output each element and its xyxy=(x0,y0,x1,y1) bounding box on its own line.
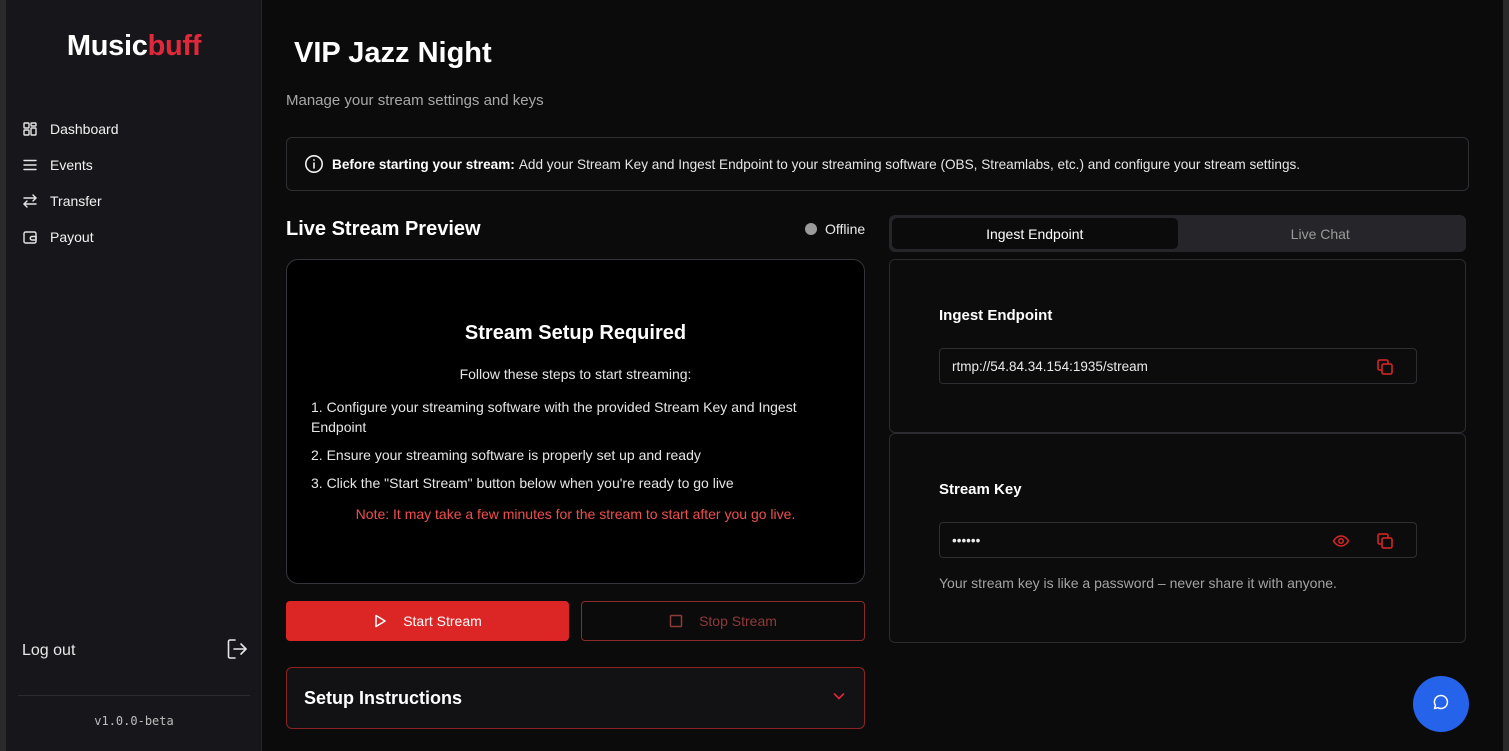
status-label: Offline xyxy=(825,221,866,237)
stream-key-card: Stream Key •••••• Your stream key is lik… xyxy=(889,433,1466,643)
page-title: VIP Jazz Night xyxy=(294,37,492,69)
tab-live-chat[interactable]: Live Chat xyxy=(1178,218,1464,249)
stop-stream-button[interactable]: Stop Stream xyxy=(581,601,865,641)
grid-icon xyxy=(22,121,38,137)
start-stream-button[interactable]: Start Stream xyxy=(286,601,569,641)
copy-icon[interactable] xyxy=(1376,532,1394,550)
logout-label: Log out xyxy=(22,642,76,659)
brand-logo-part2: buff xyxy=(147,30,202,62)
preview-title: Live Stream Preview xyxy=(286,218,481,240)
sidebar-item-label: Events xyxy=(50,157,93,173)
stream-status: Offline xyxy=(805,221,865,237)
menu-lines-icon xyxy=(22,157,38,173)
ingest-endpoint-card: Ingest Endpoint rtmp://54.84.34.154:1935… xyxy=(889,259,1466,433)
accordion-title: Setup Instructions xyxy=(304,687,463,708)
sidebar-nav: Dashboard Events Transfer Payout xyxy=(22,111,246,255)
ingest-endpoint-heading: Ingest Endpoint xyxy=(939,307,1053,324)
setup-step: 3. Click the "Start Stream" button below… xyxy=(311,475,734,491)
chat-bubble-icon xyxy=(1432,693,1450,716)
setup-step: 2. Ensure your streaming software is pro… xyxy=(311,447,701,463)
brand-logo[interactable]: Musicbuff xyxy=(6,30,262,63)
stream-key-actions xyxy=(1332,532,1394,550)
info-notice: Before starting your stream: Add your St… xyxy=(286,137,1469,191)
setup-note: Note: It may take a few minutes for the … xyxy=(355,506,796,522)
chevron-down-icon xyxy=(832,689,846,708)
stop-square-icon xyxy=(669,614,683,628)
sidebar-divider xyxy=(18,695,250,696)
sidebar-item-label: Dashboard xyxy=(50,121,119,137)
sidebar: Musicbuff Dashboard Events Transfer Payo… xyxy=(6,0,262,751)
setup-heading: Stream Setup Required xyxy=(464,322,687,344)
sidebar-item-events[interactable]: Events xyxy=(22,147,246,183)
stream-key-value: •••••• xyxy=(952,532,981,548)
play-icon xyxy=(373,614,387,628)
brand-logo-part1: Music xyxy=(66,30,148,62)
setup-instructions-accordion[interactable]: Setup Instructions xyxy=(286,667,865,729)
wallet-icon xyxy=(22,229,38,245)
info-icon xyxy=(304,154,324,174)
arrows-swap-icon xyxy=(22,193,38,209)
logout-button[interactable]: Log out xyxy=(22,637,248,665)
ingest-field-actions xyxy=(1376,358,1394,376)
app-window: Musicbuff Dashboard Events Transfer Payo… xyxy=(0,0,1509,751)
setup-step: 1. Configure your streaming software wit… xyxy=(311,399,797,435)
stream-preview-panel: Stream Setup Required Follow these steps… xyxy=(286,259,865,584)
chat-fab-button[interactable] xyxy=(1413,676,1469,732)
page-subtitle: Manage your stream settings and keys xyxy=(286,92,544,109)
setup-steps: 1. Configure your streaming software wit… xyxy=(311,397,841,501)
start-stream-label: Start Stream xyxy=(403,613,482,629)
notice-bold: Before starting your stream: xyxy=(332,156,515,172)
sidebar-item-label: Transfer xyxy=(50,193,102,209)
status-dot-icon xyxy=(805,223,817,235)
logout-icon xyxy=(226,638,248,665)
tab-bar: Ingest Endpoint Live Chat xyxy=(889,215,1466,252)
sidebar-item-dashboard[interactable]: Dashboard xyxy=(22,111,246,147)
stream-key-helper: Your stream key is like a password – nev… xyxy=(939,575,1337,591)
eye-icon[interactable] xyxy=(1332,532,1350,550)
stop-stream-label: Stop Stream xyxy=(699,613,777,629)
ingest-endpoint-value: rtmp://54.84.34.154:1935/stream xyxy=(952,358,1148,374)
window-edge-right xyxy=(1503,0,1509,751)
ingest-endpoint-field[interactable]: rtmp://54.84.34.154:1935/stream xyxy=(939,348,1417,384)
copy-icon[interactable] xyxy=(1376,358,1394,376)
setup-subheading: Follow these steps to start streaming: xyxy=(459,366,692,382)
sidebar-item-transfer[interactable]: Transfer xyxy=(22,183,246,219)
stream-key-heading: Stream Key xyxy=(939,481,1022,498)
stream-key-field[interactable]: •••••• xyxy=(939,522,1417,558)
sidebar-item-payout[interactable]: Payout xyxy=(22,219,246,255)
version-label: v1.0.0-beta xyxy=(94,714,174,728)
tab-ingest-endpoint[interactable]: Ingest Endpoint xyxy=(892,218,1178,249)
sidebar-item-label: Payout xyxy=(50,229,94,245)
notice-text: Add your Stream Key and Ingest Endpoint … xyxy=(518,156,1301,172)
